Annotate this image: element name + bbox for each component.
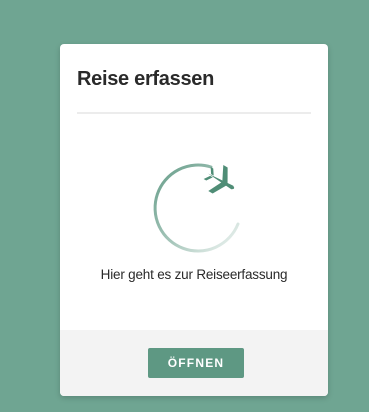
open-button[interactable]: ÖFFNEN — [148, 348, 244, 378]
card-subtitle: Hier geht es zur Reiseerfassung — [100, 267, 288, 282]
plane-circle-icon — [142, 144, 252, 254]
travel-card: Reise erfassen Hier geht es zur Reiseerf… — [60, 44, 328, 396]
title-divider — [77, 112, 311, 114]
card-footer: ÖFFNEN — [60, 330, 328, 396]
card-title: Reise erfassen — [77, 68, 215, 90]
